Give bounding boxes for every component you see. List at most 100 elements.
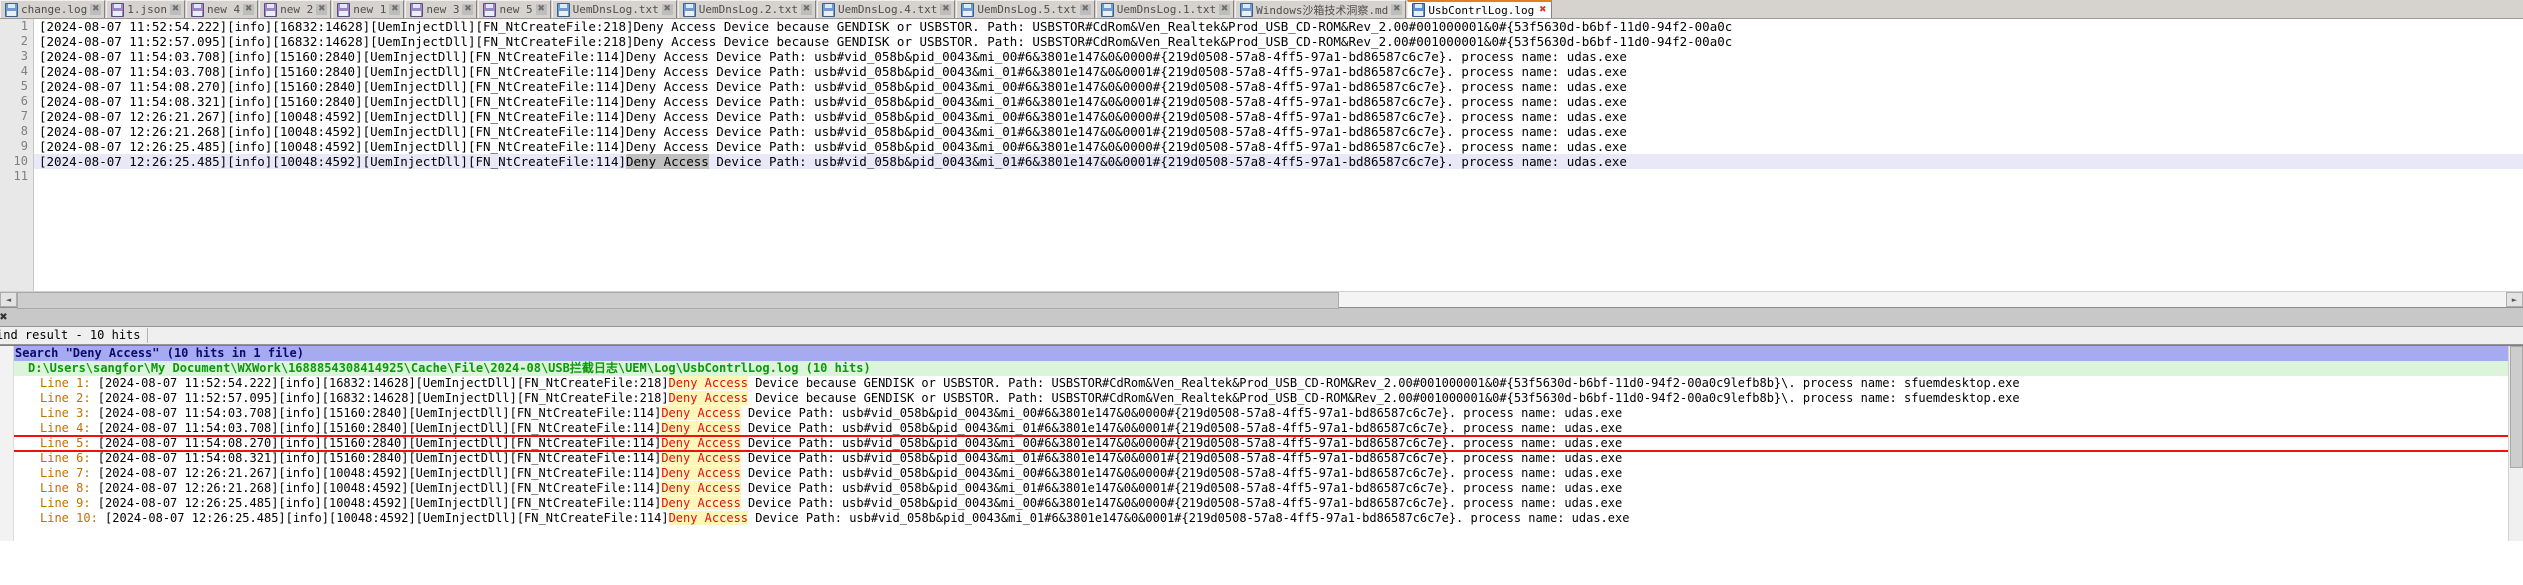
editor-line[interactable]: [2024-08-07 12:26:21.267][info][10048:45… bbox=[34, 109, 2523, 124]
document-tab-label: new 1 bbox=[353, 3, 387, 16]
document-tab-9[interactable]: UemDnsLog.4.txt ✖ bbox=[817, 0, 956, 18]
editor-line[interactable]: [2024-08-07 11:52:57.095][info][16832:14… bbox=[34, 34, 2523, 49]
find-result-prefix: [2024-08-07 12:26:25.485][info][10048:45… bbox=[105, 511, 669, 525]
document-tab-label: UemDnsLog.1.txt bbox=[1116, 3, 1217, 16]
document-tab-11[interactable]: UemDnsLog.1.txt ✖ bbox=[1095, 0, 1235, 18]
find-result-row[interactable]: Line 10: [2024-08-07 12:26:25.485][info]… bbox=[0, 511, 2523, 526]
editor-text-content[interactable]: [2024-08-07 11:52:54.222][info][16832:14… bbox=[34, 19, 2523, 291]
document-tab-2[interactable]: new 4 ✖ bbox=[185, 0, 259, 18]
find-result-suffix: Device Path: usb#vid_058b&pid_0043&mi_00… bbox=[740, 406, 1623, 420]
find-result-scrollbar-thumb[interactable] bbox=[2510, 346, 2523, 468]
close-icon[interactable]: ✖ bbox=[1079, 4, 1091, 15]
find-result-prefix: [2024-08-07 11:52:54.222][info][16832:14… bbox=[97, 376, 669, 390]
scroll-right-arrow-icon[interactable]: ► bbox=[2506, 292, 2523, 307]
editor-line[interactable]: [2024-08-07 11:54:03.708][info][15160:28… bbox=[34, 64, 2523, 79]
tab-find-result[interactable]: ind result - 10 hits bbox=[0, 328, 148, 343]
selected-text[interactable]: Deny Access bbox=[626, 154, 709, 169]
close-icon[interactable]: ✖ bbox=[940, 4, 952, 15]
save-file-icon bbox=[1100, 2, 1114, 17]
find-result-list[interactable]: Search "Deny Access" (10 hits in 1 file)… bbox=[0, 345, 2523, 541]
find-result-row[interactable]: Line 3: [2024-08-07 11:54:03.708][info][… bbox=[0, 406, 2523, 421]
find-result-suffix: Device Path: usb#vid_058b&pid_0043&mi_01… bbox=[748, 511, 1630, 525]
save-file-icon bbox=[337, 2, 351, 17]
close-icon[interactable]: ✖ bbox=[243, 4, 255, 15]
find-result-row[interactable]: Line 1: [2024-08-07 11:52:54.222][info][… bbox=[0, 376, 2523, 391]
save-file-icon bbox=[483, 2, 497, 17]
document-tab-13[interactable]: UsbContrlLog.log ✖ bbox=[1407, 0, 1553, 18]
find-result-row[interactable]: Line 5: [2024-08-07 11:54:08.270][info][… bbox=[0, 435, 2523, 452]
close-icon[interactable]: ✖ bbox=[1537, 5, 1548, 16]
find-result-row[interactable]: Line 4: [2024-08-07 11:54:03.708][info][… bbox=[0, 421, 2523, 436]
find-result-match-keyword: Deny Access bbox=[661, 436, 741, 450]
save-file-icon bbox=[264, 2, 278, 17]
line-number: 4 bbox=[20, 64, 28, 78]
editor-area[interactable]: 1 2 3 4 5 6 7 8 9 10 11 [2024-08-07 11:52:54.222][… bbox=[0, 19, 2523, 291]
find-result-row[interactable]: Line 7: [2024-08-07 12:26:21.267][info][… bbox=[0, 466, 2523, 481]
find-result-row[interactable]: Line 9: [2024-08-07 12:26:25.485][info][… bbox=[0, 496, 2523, 511]
close-icon[interactable]: ✖ bbox=[1219, 4, 1231, 15]
document-tab-1[interactable]: 1.json ✖ bbox=[106, 0, 185, 18]
find-result-row[interactable]: Line 8: [2024-08-07 12:26:21.268][info][… bbox=[0, 481, 2523, 496]
find-result-match-keyword: Deny Access bbox=[661, 451, 741, 465]
find-result-suffix: Device Path: usb#vid_058b&pid_0043&mi_01… bbox=[740, 421, 1623, 435]
find-result-match-keyword: Deny Access bbox=[668, 391, 749, 405]
document-tab-12[interactable]: Windows沙箱技术洞察.md ✖ bbox=[1235, 0, 1407, 18]
find-result-tab-strip[interactable]: ind result - 10 hits bbox=[0, 326, 2523, 345]
find-result-search-header[interactable]: Search "Deny Access" (10 hits in 1 file) bbox=[0, 346, 2523, 361]
close-icon[interactable]: ✖ bbox=[535, 4, 547, 15]
line-number: 3 bbox=[20, 49, 28, 63]
close-icon[interactable]: ✖ bbox=[801, 4, 813, 15]
document-tab-5[interactable]: new 3 ✖ bbox=[405, 0, 478, 18]
editor-horizontal-scrollbar[interactable]: ◄ ► bbox=[0, 291, 2523, 309]
document-tab-label: Windows沙箱技术洞察.md bbox=[1256, 3, 1389, 17]
find-result-suffix: Device Path: usb#vid_058b&pid_0043&mi_01… bbox=[740, 451, 1623, 465]
document-tab-0[interactable]: change.log ✖ bbox=[0, 0, 106, 18]
editor-line[interactable] bbox=[34, 169, 2523, 184]
find-result-match-keyword: Deny Access bbox=[661, 406, 741, 420]
find-result-vertical-scrollbar[interactable] bbox=[2508, 346, 2523, 541]
close-icon[interactable]: ✖ bbox=[90, 4, 102, 15]
close-icon[interactable]: ✖ bbox=[389, 4, 401, 15]
close-icon[interactable]: ✖ bbox=[1391, 4, 1403, 15]
document-tab-6[interactable]: new 5 ✖ bbox=[478, 0, 551, 18]
editor-line[interactable]: [2024-08-07 12:26:21.268][info][10048:45… bbox=[34, 124, 2523, 139]
find-result-prefix: [2024-08-07 11:54:08.321][info][15160:28… bbox=[97, 451, 662, 465]
document-tab-bar[interactable]: change.log ✖ 1.json ✖ new 4 ✖ new 2 ✖ new 1 ✖ new … bbox=[0, 0, 2523, 19]
document-tab-label: new 5 bbox=[499, 3, 533, 16]
editor-line[interactable]: [2024-08-07 11:52:54.222][info][16832:14… bbox=[34, 19, 2523, 34]
editor-line[interactable]: [2024-08-07 11:54:03.708][info][15160:28… bbox=[34, 49, 2523, 64]
find-result-line-number: Line 7: bbox=[40, 466, 98, 480]
editor-line[interactable]: [2024-08-07 11:54:08.270][info][15160:28… bbox=[34, 79, 2523, 94]
scrollbar-track[interactable] bbox=[17, 292, 2506, 309]
save-file-icon bbox=[1240, 2, 1254, 17]
scroll-left-arrow-icon[interactable]: ◄ bbox=[0, 292, 17, 307]
line-number: 6 bbox=[20, 94, 28, 108]
close-icon[interactable]: ✖ bbox=[661, 4, 673, 15]
find-result-row[interactable]: Line 2: [2024-08-07 11:52:57.095][info][… bbox=[0, 391, 2523, 406]
find-result-prefix: [2024-08-07 12:26:25.485][info][10048:45… bbox=[97, 496, 662, 510]
close-icon[interactable]: ✖ bbox=[169, 4, 181, 15]
find-result-lines[interactable]: Search "Deny Access" (10 hits in 1 file)… bbox=[0, 346, 2523, 526]
document-tab-4[interactable]: new 1 ✖ bbox=[332, 0, 405, 18]
find-result-prefix: [2024-08-07 11:54:03.708][info][15160:28… bbox=[97, 406, 662, 420]
find-result-line-number: Line 8: bbox=[40, 481, 98, 495]
scrollbar-thumb[interactable] bbox=[17, 292, 1339, 309]
editor-line[interactable]: [2024-08-07 12:26:25.485][info][10048:45… bbox=[34, 154, 2523, 169]
close-icon[interactable]: ✖ bbox=[0, 309, 11, 325]
close-icon[interactable]: ✖ bbox=[462, 4, 474, 15]
find-result-match-keyword: Deny Access bbox=[661, 466, 741, 480]
document-tab-label: new 4 bbox=[206, 3, 241, 16]
find-result-match-keyword: Deny Access bbox=[668, 511, 749, 525]
editor-line[interactable]: [2024-08-07 11:54:08.321][info][15160:28… bbox=[34, 94, 2523, 109]
document-tab-label: UemDnsLog.2.txt bbox=[698, 3, 799, 16]
close-icon[interactable]: ✖ bbox=[316, 4, 328, 15]
editor-line[interactable]: [2024-08-07 12:26:25.485][info][10048:45… bbox=[34, 139, 2523, 154]
document-tab-3[interactable]: new 2 ✖ bbox=[259, 0, 332, 18]
document-tab-10[interactable]: UemDnsLog.5.txt ✖ bbox=[956, 0, 1095, 18]
document-tab-7[interactable]: UemDnsLog.txt ✖ bbox=[551, 0, 677, 18]
find-result-row[interactable]: Line 6: [2024-08-07 11:54:08.321][info][… bbox=[0, 451, 2523, 466]
document-tab-8[interactable]: UemDnsLog.2.txt ✖ bbox=[677, 0, 817, 18]
save-file-icon bbox=[556, 2, 570, 17]
find-result-file-header[interactable]: D:\Users\sangfor\My Document\WXWork\1688… bbox=[0, 361, 2523, 376]
save-file-icon bbox=[410, 2, 424, 17]
